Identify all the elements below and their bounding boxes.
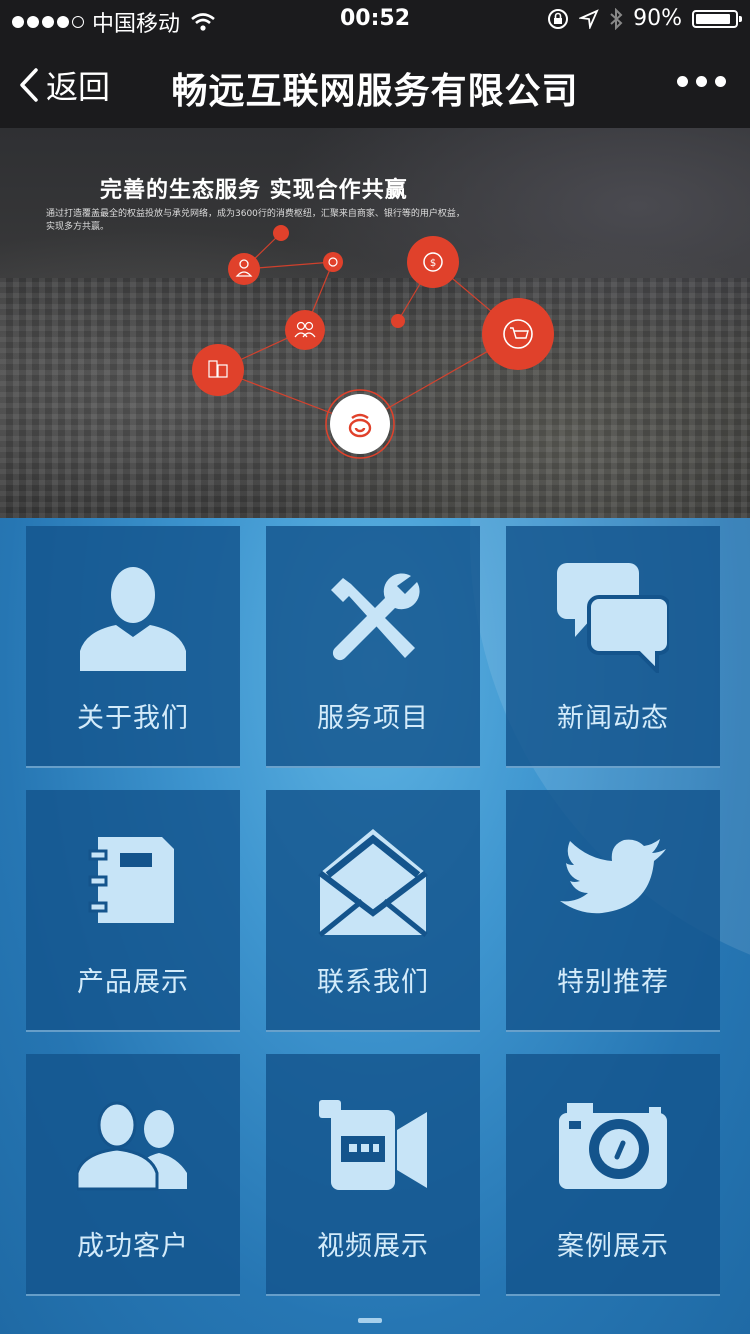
menu-tile-contact-us[interactable]: 联系我们 xyxy=(266,790,480,1032)
group-node-icon xyxy=(285,310,325,350)
tools-icon xyxy=(266,562,480,674)
bird-icon xyxy=(506,826,720,938)
battery-icon xyxy=(692,9,742,28)
menu-tile-label: 视频展示 xyxy=(317,1231,429,1262)
notebook-icon xyxy=(26,826,240,938)
back-label: 返回 xyxy=(46,68,111,106)
menu-tile-label: 新闻动态 xyxy=(557,703,669,734)
menu-tile-services[interactable]: 服务项目 xyxy=(266,526,480,768)
status-bar: 中国移动 00:52 90% xyxy=(0,0,750,40)
battery-percent: 90% xyxy=(633,6,682,31)
menu-tile-cases[interactable]: 案例展示 xyxy=(506,1054,720,1296)
target-node-icon xyxy=(323,252,343,272)
menu-tile-label: 关于我们 xyxy=(77,703,189,734)
user-icon xyxy=(26,562,240,674)
more-options-icon[interactable] xyxy=(677,76,726,87)
back-button[interactable]: 返回 xyxy=(18,62,110,108)
svg-text:$: $ xyxy=(430,258,436,269)
users-icon xyxy=(26,1090,240,1202)
coin-node-icon: $ xyxy=(407,236,459,288)
menu-tile-featured[interactable]: 特别推荐 xyxy=(506,790,720,1032)
camera-icon xyxy=(506,1090,720,1202)
chat-bubbles-icon xyxy=(506,562,720,674)
bluetooth-icon xyxy=(610,7,623,30)
menu-tile-label: 联系我们 xyxy=(317,967,429,998)
user-node-icon xyxy=(228,253,260,285)
chevron-left-icon xyxy=(20,68,38,102)
location-icon xyxy=(579,8,599,29)
menu-tile-label: 案例展示 xyxy=(557,1231,669,1262)
rotation-lock-icon xyxy=(548,8,569,29)
banner-title: 完善的生态服务 实现合作共赢 xyxy=(100,178,408,203)
menu-tile-clients[interactable]: 成功客户 xyxy=(26,1054,240,1296)
menu-tile-about-us[interactable]: 关于我们 xyxy=(26,526,240,768)
hero-banner[interactable]: $ 完善的生态服务 实现合作共赢 通过打造覆盖最全的权益投放与承兑网络，成为36… xyxy=(0,128,750,518)
cart-node-icon xyxy=(482,298,554,370)
page-title: 畅远互联网服务有限公司 xyxy=(171,71,579,112)
nav-bar: 返回 畅远互联网服务有限公司 xyxy=(0,40,750,128)
menu-tile-label: 产品展示 xyxy=(77,967,189,998)
video-camera-icon xyxy=(266,1090,480,1202)
banner-subtitle: 通过打造覆盖最全的权益投放与承兑网络，成为3600行的消费枢纽，汇聚来自商家、银… xyxy=(46,209,465,232)
menu-grid: 关于我们 服务项目 新闻动态 产品展示 联系我们 特别推荐 成功客户 视频展示 … xyxy=(0,518,750,1334)
menu-tile-label: 成功客户 xyxy=(77,1231,189,1262)
menu-tile-news[interactable]: 新闻动态 xyxy=(506,526,720,768)
building-node-icon xyxy=(192,344,244,396)
menu-tile-label: 服务项目 xyxy=(317,703,429,734)
menu-tile-label: 特别推荐 xyxy=(557,967,669,998)
menu-tile-products[interactable]: 产品展示 xyxy=(26,790,240,1032)
envelope-icon xyxy=(266,826,480,938)
logo-node-icon xyxy=(325,389,395,459)
page-indicator[interactable] xyxy=(358,1318,382,1323)
menu-tile-videos[interactable]: 视频展示 xyxy=(266,1054,480,1296)
status-right: 90% xyxy=(547,6,742,31)
